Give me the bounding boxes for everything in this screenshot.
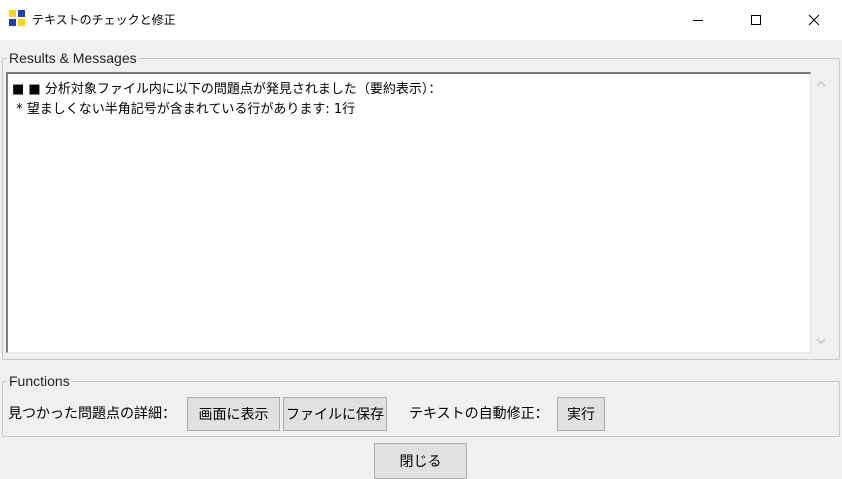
app-grid-icon (9, 10, 25, 26)
results-textbox[interactable]: ■ ■ 分析対象ファイル内に以下の問題点が発見されました（要約表示）： * 望ま… (6, 72, 811, 353)
close-button[interactable]: 閉じる (374, 443, 467, 479)
details-label: 見つかった問題点の詳細： (8, 406, 176, 422)
functions-legend: Functions (9, 373, 70, 389)
chevron-down-icon (816, 338, 826, 344)
run-button[interactable]: 実行 (557, 397, 605, 431)
title-bar: テキストのチェックと修正 (0, 0, 842, 40)
autofix-label: テキストの自動修正： (409, 406, 549, 422)
scroll-up-button[interactable] (811, 74, 831, 94)
vertical-scrollbar[interactable] (811, 72, 831, 353)
save-to-file-button[interactable]: ファイルに保存 (283, 397, 387, 431)
results-line: ■ ■ 分析対象ファイル内に以下の問題点が発見されました（要約表示）： (12, 82, 442, 97)
close-icon (808, 14, 820, 26)
maximize-icon (751, 15, 761, 25)
maximize-button[interactable] (728, 0, 784, 40)
close-window-button[interactable] (786, 0, 842, 40)
chevron-up-icon (816, 81, 826, 87)
minimize-icon (693, 20, 703, 21)
window-title: テキストのチェックと修正 (32, 13, 176, 27)
show-on-screen-button[interactable]: 画面に表示 (187, 397, 280, 431)
scroll-down-button[interactable] (811, 331, 831, 351)
minimize-button[interactable] (670, 0, 726, 40)
results-line: * 望ましくない半角記号が含まれている行があります: 1行 (12, 102, 356, 117)
results-legend: Results & Messages (9, 50, 137, 66)
